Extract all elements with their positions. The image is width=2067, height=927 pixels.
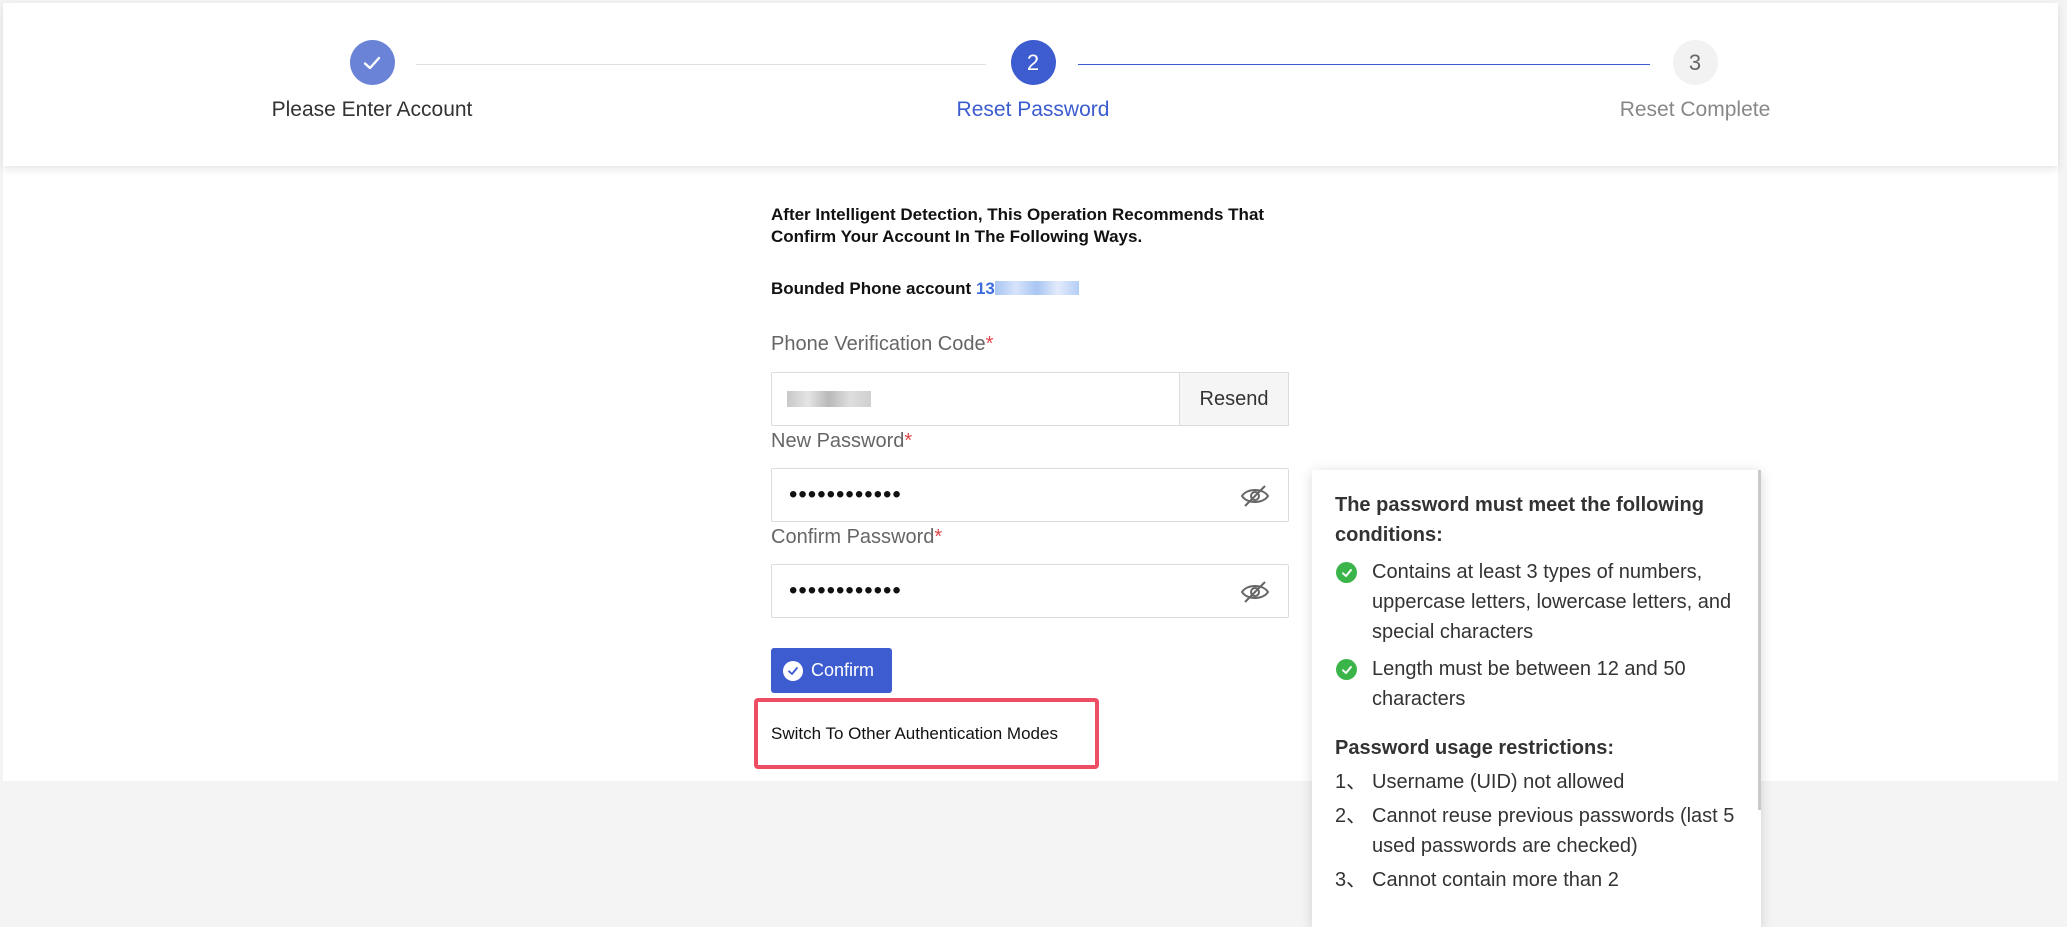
verification-code-label: Phone Verification Code* — [771, 333, 993, 356]
step-3-label: Reset Complete — [1619, 98, 1771, 121]
restriction-number: 1、 — [1335, 771, 1367, 793]
check-circle-icon — [1336, 659, 1357, 680]
step-reset-password: 2 Reset Password — [903, 40, 1163, 122]
check-icon — [363, 56, 381, 69]
step-1-circle — [349, 40, 395, 85]
new-password-label: New Password* — [771, 430, 912, 453]
verification-code-label-text: Phone Verification Code — [771, 333, 986, 355]
step-2-circle: 2 — [1010, 40, 1056, 85]
restriction-text: Username (UID) not allowed — [1372, 771, 1625, 793]
restrictions-title: Password usage restrictions: — [1335, 737, 1614, 759]
step-2-label: Reset Password — [956, 98, 1110, 121]
required-mark: * — [985, 333, 994, 355]
condition-item: Length must be between 12 and 50 charact… — [1335, 654, 1735, 714]
condition-item: Contains at least 3 types of numbers, up… — [1335, 557, 1735, 647]
restriction-item: 2、 Cannot reuse previous passwords (last… — [1335, 801, 1735, 861]
condition-text: Length must be between 12 and 50 charact… — [1372, 658, 1686, 710]
bound-phone-label: Bounded Phone account — [771, 279, 972, 298]
password-rules-popover: The password must meet the following con… — [1312, 470, 1761, 927]
new-password-label-text: New Password — [771, 430, 905, 452]
new-password-input[interactable]: •••••••••••• — [771, 468, 1289, 522]
steps-bar: Please Enter Account 2 Reset Password 3 … — [3, 3, 2058, 166]
restriction-item: 1、 Username (UID) not allowed — [1335, 767, 1735, 797]
step-3-circle: 3 — [1672, 40, 1718, 85]
switch-auth-mode-link[interactable]: Switch To Other Authentication Modes — [771, 724, 1058, 744]
masked-code-value — [787, 391, 871, 407]
verification-code-input[interactable]: Resend — [771, 372, 1289, 426]
detection-notice: After Intelligent Detection, This Operat… — [771, 205, 1265, 246]
restriction-text: Cannot contain more than 2 — [1372, 869, 1619, 891]
masked-phone-digits — [994, 281, 1079, 295]
restriction-text: Cannot reuse previous passwords (last 5 … — [1372, 805, 1735, 857]
required-mark: * — [934, 526, 943, 548]
bound-phone-prefix: 13 — [975, 279, 995, 298]
confirm-button[interactable]: Confirm — [771, 648, 892, 693]
step-connector-1 — [416, 64, 986, 65]
popover-scrollbar[interactable] — [1758, 470, 1761, 810]
check-circle-icon — [1336, 562, 1357, 583]
step-please-enter-account: Please Enter Account — [243, 40, 501, 122]
eye-hidden-icon[interactable] — [1240, 483, 1270, 509]
check-circle-icon — [783, 660, 803, 681]
password-conditions-title: The password must meet the following con… — [1335, 494, 1704, 546]
confirm-password-input[interactable]: •••••••••••• — [771, 564, 1289, 618]
popover-content: The password must meet the following con… — [1335, 490, 1735, 895]
new-password-value: •••••••••••• — [789, 481, 902, 508]
restriction-number: 2、 — [1335, 805, 1367, 827]
confirm-password-value: •••••••••••• — [789, 577, 902, 604]
confirm-password-label-text: Confirm Password — [771, 526, 935, 548]
restriction-number: 3、 — [1335, 869, 1367, 891]
resend-button[interactable]: Resend — [1179, 372, 1289, 426]
restriction-item: 3、 Cannot contain more than 2 — [1335, 865, 1735, 895]
bound-phone-number: 13 — [976, 279, 1079, 298]
eye-hidden-icon[interactable] — [1240, 579, 1270, 605]
confirm-button-label: Confirm — [811, 660, 875, 680]
step-reset-complete: 3 Reset Complete — [1565, 40, 1825, 122]
condition-text: Contains at least 3 types of numbers, up… — [1372, 561, 1732, 643]
bound-phone-row: Bounded Phone account 13 — [771, 279, 1079, 299]
confirm-password-label: Confirm Password* — [771, 526, 942, 549]
required-mark: * — [904, 430, 913, 452]
step-1-label: Please Enter Account — [271, 98, 473, 121]
